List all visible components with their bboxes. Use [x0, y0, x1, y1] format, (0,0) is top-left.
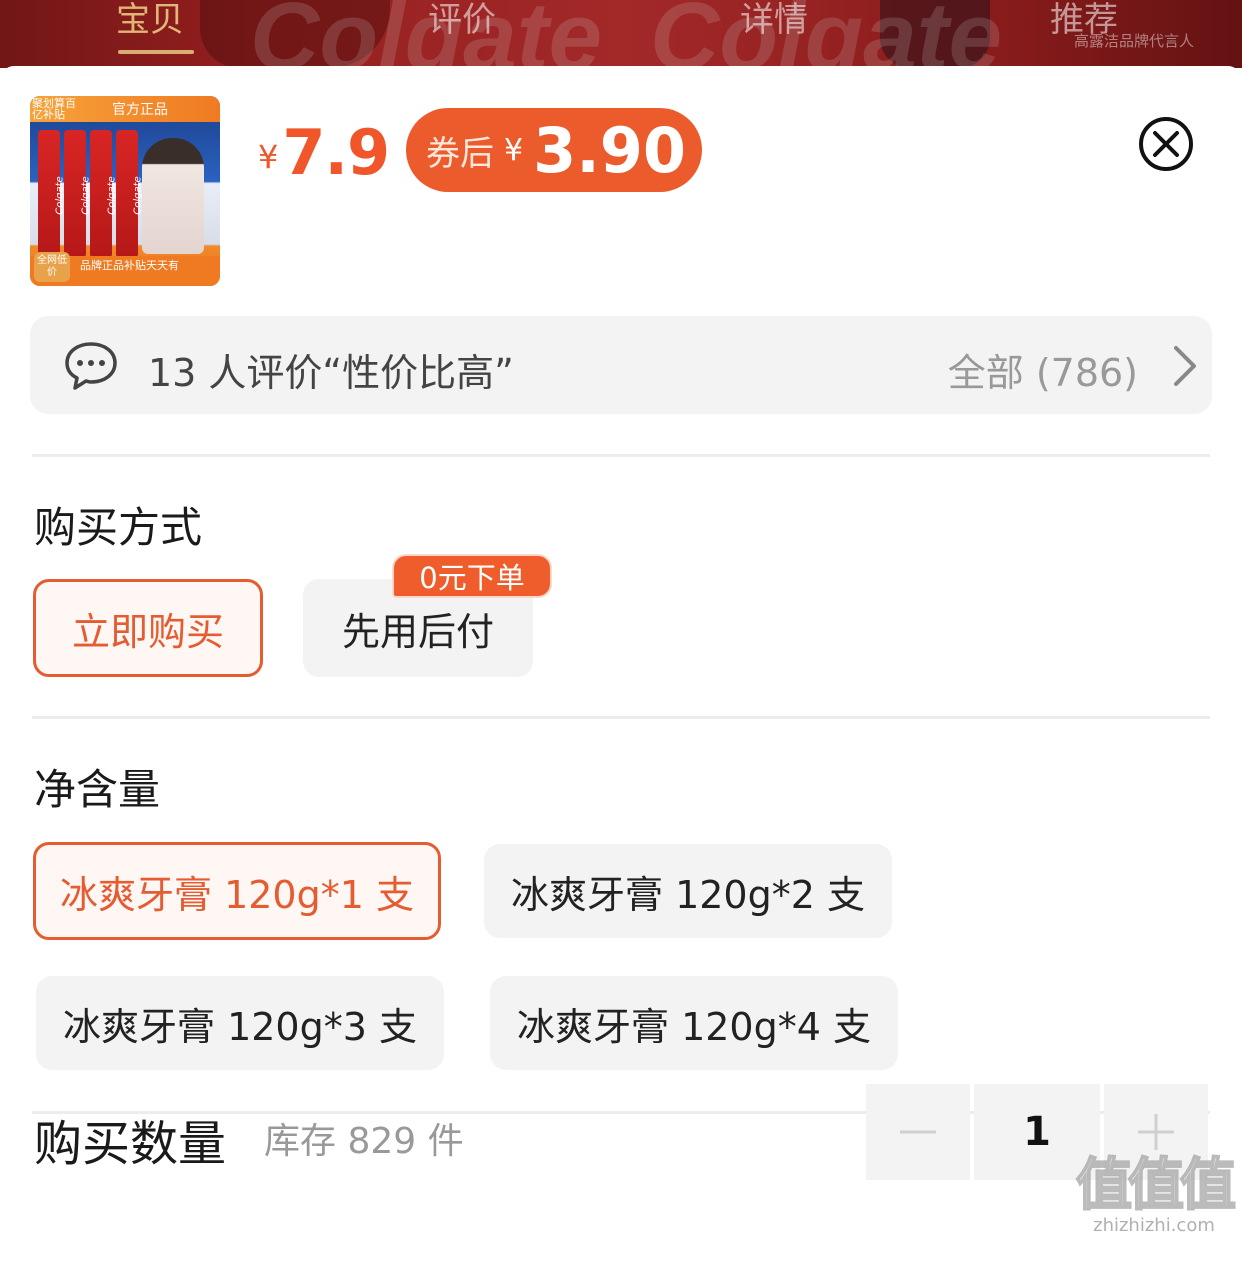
tab-details: 详情 — [740, 0, 808, 40]
comment-bubble-icon — [65, 342, 117, 390]
close-icon — [1153, 131, 1179, 157]
divider — [32, 454, 1210, 457]
background-caption: 高露洁品牌代言人 — [1073, 32, 1194, 50]
chevron-right-icon — [1174, 346, 1196, 386]
decrease-button[interactable] — [866, 1084, 970, 1180]
coupon-label: 券后 — [426, 133, 494, 174]
net-content-title: 净含量 — [34, 765, 161, 814]
all-reviews-link[interactable]: 全部 (786) — [948, 342, 1138, 397]
thumb-low-price-tag: 全网低价 — [34, 252, 70, 282]
option-120g-x1[interactable]: 冰爽牙膏 120g*1 支 — [33, 842, 441, 940]
thumb-bottom-slogan: 品牌正品补贴天天有 — [80, 259, 179, 272]
close-button[interactable] — [1139, 117, 1193, 171]
thumb-official-label: 官方正品 — [112, 102, 168, 118]
coupon-currency: ¥ — [504, 132, 524, 168]
sku-selection-sheet: 聚划算百亿补贴 官方正品 Colgate Colgate Colgate Col… — [0, 66, 1242, 1286]
zero-down-badge: 0元下单 — [392, 554, 552, 598]
review-summary-text: 13 人评价“性价比高” — [148, 351, 514, 395]
price-value: 7.9 — [282, 116, 390, 189]
option-120g-x3[interactable]: 冰爽牙膏 120g*3 支 — [36, 976, 444, 1070]
review-summary-bar[interactable]: 13 人评价“性价比高” 全部 (786) — [30, 316, 1212, 414]
option-120g-x4[interactable]: 冰爽牙膏 120g*4 支 — [490, 976, 898, 1070]
watermark-logo: 值值值 — [1075, 1152, 1237, 1219]
spokesperson-image — [142, 138, 204, 254]
site-watermark: 值值值 zhizhizhi.com — [1075, 1140, 1237, 1236]
tab-reviews: 评价 — [428, 0, 496, 40]
quantity-title: 购买数量 — [34, 1116, 227, 1172]
coupon-price-pill: 券后 ¥ 3.90 — [406, 108, 702, 192]
minus-icon — [900, 1130, 936, 1134]
coupon-price-value: 3.90 — [533, 113, 687, 187]
option-120g-x2[interactable]: 冰爽牙膏 120g*2 支 — [484, 844, 892, 938]
background-page-header: Colgate Colgate 宝贝 评价 详情 推荐 高露洁品牌代言人 — [0, 0, 1242, 68]
thumb-subsidy-label: 聚划算百亿补贴 — [32, 97, 76, 121]
background-tab-bar: 宝贝 评价 详情 推荐 高露洁品牌代言人 — [0, 0, 1242, 68]
stock-count: 库存 829 件 — [264, 1121, 464, 1162]
option-buy-now[interactable]: 立即购买 — [33, 579, 263, 677]
price-currency: ¥ — [258, 138, 279, 176]
original-price: ¥7.9 — [258, 116, 390, 189]
watermark-url: zhizhizhi.com — [1093, 1215, 1215, 1236]
purchase-method-title: 购买方式 — [34, 503, 203, 552]
tab-baobei: 宝贝 — [116, 0, 184, 40]
product-thumbnail[interactable]: 聚划算百亿补贴 官方正品 Colgate Colgate Colgate Col… — [30, 96, 220, 286]
divider — [32, 716, 1210, 719]
